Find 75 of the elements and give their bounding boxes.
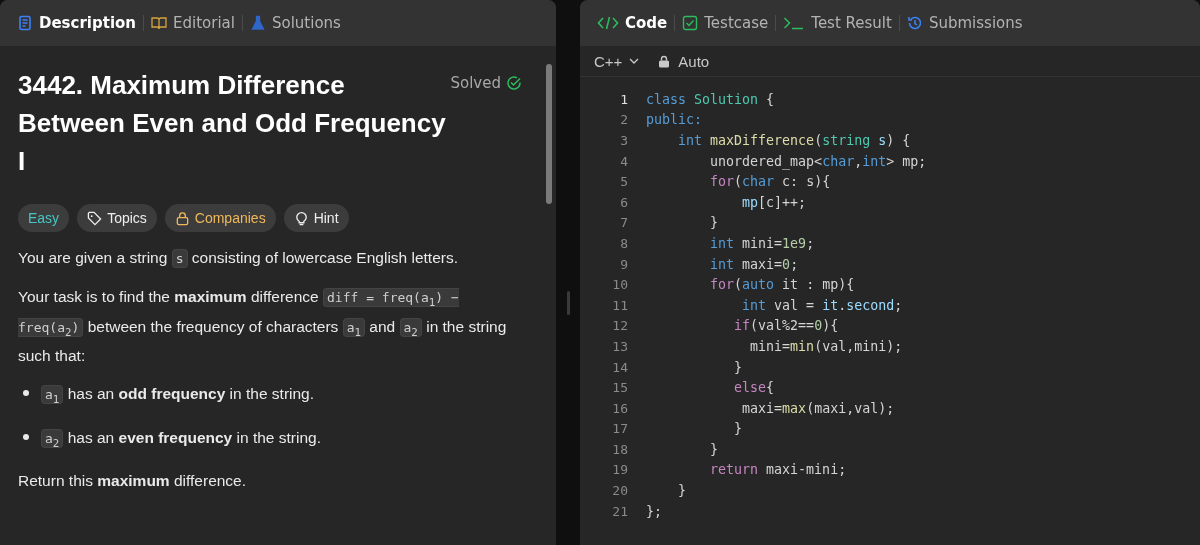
line-number: 13	[611, 338, 629, 354]
tag-button[interactable]: Companies	[164, 204, 276, 232]
line-number: 19	[611, 462, 629, 478]
difficulty-label: Easy	[18, 204, 70, 232]
line-number: 8	[619, 235, 629, 251]
line-number: 14	[611, 359, 629, 375]
tag-button[interactable]: Hint	[283, 204, 349, 232]
code-line: mini=min(val,mini);	[749, 338, 903, 354]
line-number: 4	[619, 153, 629, 169]
line-number: 11	[611, 297, 629, 313]
line-number: 6	[619, 194, 629, 210]
line-number: 2	[619, 112, 629, 128]
code-line: mp[c]++;	[741, 194, 807, 210]
code-line: }	[733, 421, 743, 437]
checkbox-icon	[682, 15, 699, 31]
code-line: return maxi-mini;	[709, 462, 847, 478]
description-paragraph: You are given a string s consisting of lowercase English letters.	[18, 248, 460, 270]
resize-handle[interactable]	[566, 290, 570, 315]
panel-tab[interactable]: Solutions	[242, 14, 348, 32]
line-number: 12	[611, 318, 629, 334]
tag-icon	[87, 210, 103, 226]
code-icon	[597, 15, 619, 31]
line-number: 21	[611, 503, 629, 519]
line-number: 20	[611, 483, 629, 499]
code-line: };	[646, 503, 662, 519]
line-number: 1	[619, 91, 629, 107]
panel-tab[interactable]: Testcase	[675, 14, 776, 32]
line-number: 3	[619, 133, 629, 148]
tag-button[interactable]: Topics	[77, 204, 157, 232]
language-dropdown[interactable]: C++	[594, 52, 641, 70]
code-line: int maxi=0;	[709, 256, 799, 272]
book-icon	[151, 15, 168, 31]
code-line: unordered_map<char,int> mp;	[709, 153, 927, 169]
panel-tab[interactable]: Code	[590, 14, 675, 32]
bullet-text: a$_{2}$ has an even frequency in the string.	[41, 425, 321, 456]
code-line: for(char c: s){	[709, 174, 831, 190]
line-number: 17	[611, 421, 629, 437]
code-line: int maxDifference(string s) {	[677, 133, 911, 148]
lock-icon	[174, 210, 190, 226]
lock-icon	[658, 54, 671, 68]
description-paragraph: Return this maximum difference.	[18, 471, 248, 492]
solved-status: Solved	[450, 74, 501, 92]
code-line: public:	[646, 112, 703, 128]
code-line: int mini=1e9;	[709, 235, 815, 251]
panel-tab[interactable]: Test Result	[776, 14, 899, 32]
bullet-text: a$_{1}$ has an odd frequency in the string.	[41, 382, 315, 412]
line-number: 16	[611, 400, 629, 416]
line-number: 18	[611, 441, 629, 457]
mode-label: Auto	[678, 52, 710, 70]
bullet-dot	[23, 390, 29, 397]
line-number: 15	[611, 380, 629, 396]
history-icon	[906, 15, 923, 31]
line-number: 10	[611, 277, 629, 293]
code-line: }	[733, 359, 743, 375]
code-line: class Solution {	[646, 91, 775, 107]
line-number: 7	[619, 215, 629, 231]
flask-icon	[249, 15, 266, 31]
document-icon	[17, 15, 33, 31]
code-line: int val = it.second;	[741, 297, 903, 313]
code-line: else{	[733, 380, 775, 396]
line-number: 5	[619, 174, 629, 190]
terminal-icon	[783, 15, 806, 31]
code-line: }	[709, 441, 719, 457]
panel-tab[interactable]: Editorial	[144, 14, 242, 32]
lightbulb-icon	[293, 210, 309, 226]
panel-tab[interactable]: Submissions	[899, 14, 1030, 32]
problem-title: 3442. Maximum Difference Between Even and Odd Frequency I	[18, 69, 447, 178]
code-line: }	[677, 483, 687, 499]
code-line: maxi=max(maxi,val);	[741, 400, 895, 416]
code-line: for(auto it : mp){	[709, 277, 855, 293]
bullet-dot	[23, 433, 29, 440]
code-line: }	[709, 215, 719, 231]
line-number: 9	[619, 256, 629, 272]
code-line: if(val%2==0){	[733, 318, 839, 334]
panel-tab[interactable]: Description	[10, 14, 144, 32]
